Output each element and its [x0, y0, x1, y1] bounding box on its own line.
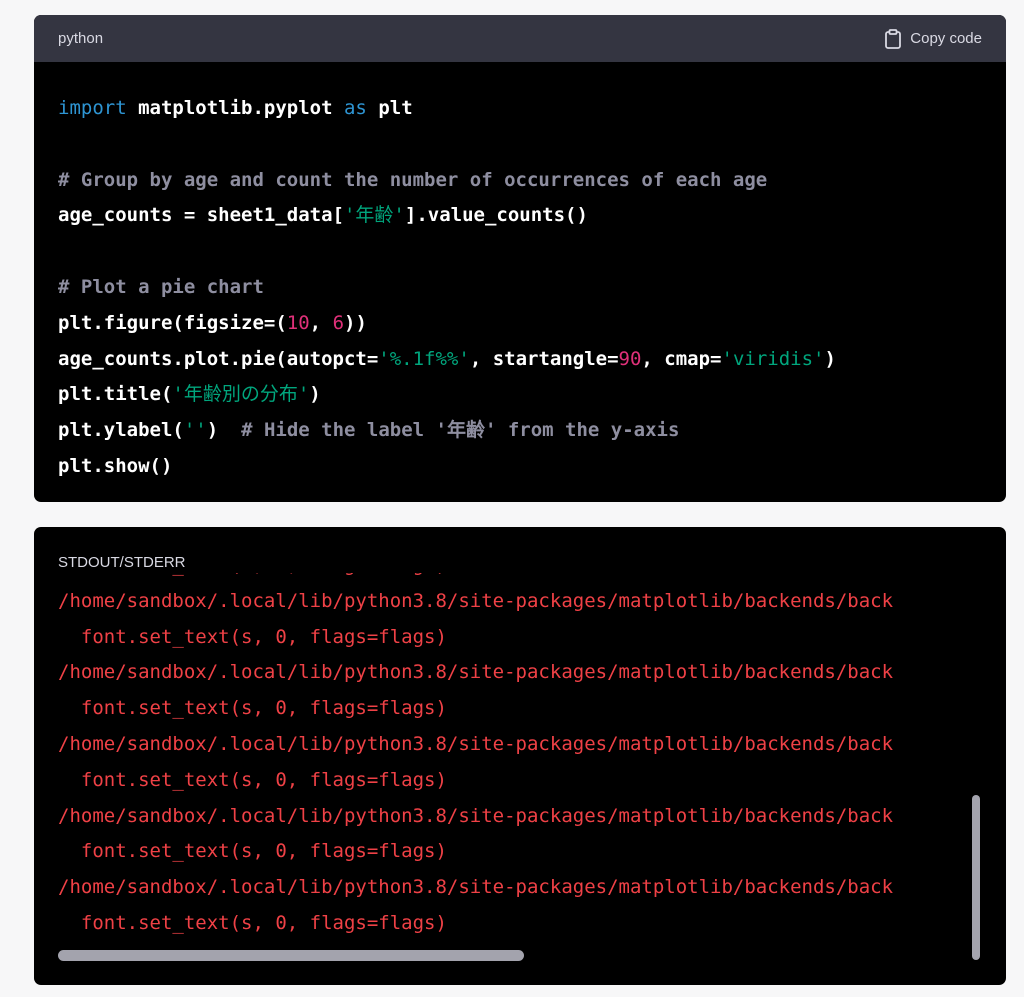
output-line: font.set_text(s, 0, flags=flags) — [58, 840, 447, 863]
output-line: font.set_text(s, 0, flags=flags) — [58, 573, 893, 584]
code-token: # Group by age and count the number of o… — [58, 168, 768, 191]
code-token: '年齢別の分布' — [172, 383, 310, 406]
code-line: # Group by age and count the number of o… — [58, 163, 982, 199]
horizontal-scrollbar[interactable] — [58, 950, 524, 961]
code-header: python Copy code — [34, 15, 1006, 62]
code-line: plt.title('年齢別の分布') — [58, 377, 982, 413]
code-language-label: python — [58, 30, 104, 47]
code-token: 10 — [286, 311, 310, 334]
code-token: plt — [366, 97, 413, 119]
output-line: /home/sandbox/.local/lib/python3.8/site-… — [58, 804, 894, 827]
code-token: )) — [344, 311, 367, 334]
clipboard-icon — [884, 28, 902, 49]
vertical-scrollbar[interactable] — [972, 795, 980, 960]
code-token: ) — [309, 383, 321, 406]
output-line: /home/sandbox/.local/lib/python3.8/site-… — [58, 876, 894, 899]
code-block: python Copy code import matplotlib.pyplo… — [34, 15, 1006, 502]
output-line: /home/sandbox/.local/lib/python3.8/site-… — [58, 732, 894, 755]
copy-code-label: Copy code — [910, 30, 982, 47]
code-line: plt.show() — [58, 449, 982, 485]
output-line: font.set_text(s, 0, flags=flags) — [58, 768, 447, 791]
code-token: plt.figure(figsize=( — [58, 311, 287, 334]
output-block: STDOUT/STDERR font.set_text(s, 0, flags=… — [34, 527, 1006, 985]
code-token: import — [58, 97, 127, 119]
code-token: 'viridis' — [721, 347, 825, 370]
output-line: font.set_text(s, 0, flags=flags) — [58, 625, 447, 648]
code-body: import matplotlib.pyplot as plt # Group b… — [34, 62, 1006, 485]
code-token: plt.title( — [58, 383, 173, 406]
output-line: font.set_text(s, 0, flags=flags) — [58, 697, 447, 720]
code-line: age_counts = sheet1_data['年齢'].value_cou… — [58, 198, 982, 234]
output-line: font.set_text(s, 0, flags=flags) — [58, 911, 447, 934]
code-token: , — [309, 311, 333, 334]
code-line: import matplotlib.pyplot as plt — [58, 91, 982, 127]
code-line: plt.ylabel('') # Hide the label '年齢' fro… — [58, 413, 982, 449]
code-line: # Plot a pie chart — [58, 270, 982, 306]
code-token: # Hide the label '年齢' from the y-axis — [241, 419, 680, 442]
code-token: age_counts = sheet1_data[ — [58, 204, 344, 227]
code-token: , cmap= — [641, 347, 722, 370]
code-token: plt.show() — [58, 454, 173, 477]
code-token: '%.1f%%' — [378, 347, 470, 370]
code-token: 6 — [332, 311, 345, 334]
output-label: STDOUT/STDERR — [58, 554, 186, 571]
code-token: ) — [824, 347, 836, 370]
output-viewport: font.set_text(s, 0, flags=flags) /home/sa… — [58, 573, 970, 947]
code-line: age_counts.plot.pie(autopct='%.1f%%', st… — [58, 342, 982, 378]
output-line: /home/sandbox/.local/lib/python3.8/site-… — [58, 661, 894, 684]
code-token: ) — [206, 419, 242, 442]
code-token: ].value_counts() — [404, 204, 588, 227]
copy-code-button[interactable]: Copy code — [884, 28, 982, 49]
code-token: as — [343, 97, 367, 119]
output-lines: font.set_text(s, 0, flags=flags) /home/sa… — [58, 573, 893, 942]
code-token: '' — [183, 419, 207, 442]
code-token: '年齢' — [343, 204, 405, 227]
code-line: plt.figure(figsize=(10, 6)) — [58, 306, 982, 342]
code-token: plt.ylabel( — [58, 419, 184, 442]
code-token: # Plot a pie chart — [58, 275, 264, 298]
output-line: /home/sandbox/.local/lib/python3.8/site-… — [58, 589, 894, 612]
code-token: age_counts.plot.pie(autopct= — [58, 347, 379, 370]
code-token: 90 — [618, 347, 642, 370]
code-token: matplotlib.pyplot — [126, 97, 344, 119]
code-token: , startangle= — [469, 347, 619, 370]
